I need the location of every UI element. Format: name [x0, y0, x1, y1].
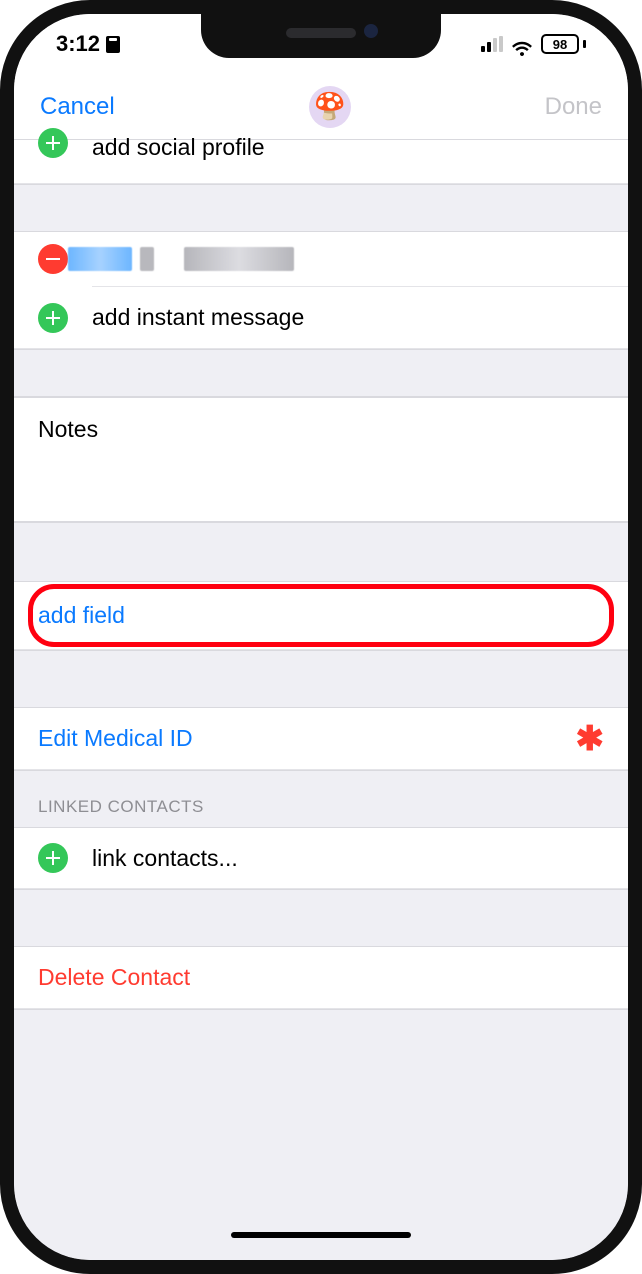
- add-field-label: add field: [38, 602, 604, 629]
- instant-message-entry-row[interactable]: [14, 232, 628, 286]
- section-gap: [14, 889, 628, 947]
- add-social-profile-row[interactable]: add social profile: [14, 140, 628, 184]
- plus-icon: [38, 128, 68, 158]
- section-gap: [14, 650, 628, 708]
- battery-icon: 98: [541, 34, 586, 54]
- cancel-button[interactable]: Cancel: [40, 93, 115, 121]
- im-service-redacted: [68, 247, 132, 271]
- plus-icon: [38, 843, 68, 873]
- link-contacts-label: link contacts...: [92, 845, 604, 872]
- status-time: 3:12: [56, 31, 100, 57]
- edit-medical-id-row[interactable]: Edit Medical ID ✱: [14, 708, 628, 770]
- section-gap: [14, 522, 628, 582]
- add-instant-message-row[interactable]: add instant message: [14, 287, 628, 349]
- done-button[interactable]: Done: [545, 93, 602, 121]
- link-contacts-row[interactable]: link contacts...: [14, 827, 628, 889]
- mute-switch: [0, 224, 2, 270]
- im-username-redacted: [184, 247, 294, 271]
- linked-contacts-header: LINKED CONTACTS: [14, 770, 628, 827]
- nav-bar: Cancel 🍄 Done: [14, 74, 628, 140]
- delete-contact-row[interactable]: Delete Contact: [14, 947, 628, 1009]
- delete-contact-label: Delete Contact: [38, 964, 604, 991]
- plus-icon: [38, 303, 68, 333]
- home-indicator[interactable]: [231, 1232, 411, 1238]
- notes-label: Notes: [38, 416, 98, 442]
- volume-down-button: [0, 402, 2, 482]
- screen: 3:12 98 Cancel 🍄 Done: [14, 14, 628, 1260]
- iphone-frame: 3:12 98 Cancel 🍄 Done: [0, 0, 642, 1274]
- add-social-profile-label: add social profile: [92, 134, 604, 161]
- section-gap: [14, 349, 628, 397]
- edit-medical-id-label: Edit Medical ID: [38, 725, 576, 752]
- device-notch: [201, 14, 441, 58]
- medical-asterisk-icon: ✱: [576, 722, 605, 756]
- add-instant-message-label: add instant message: [92, 304, 604, 331]
- section-gap: [14, 184, 628, 232]
- add-field-row[interactable]: add field: [14, 582, 628, 650]
- battery-level: 98: [541, 34, 579, 54]
- cell-signal-icon: [481, 36, 503, 52]
- minus-icon[interactable]: [38, 244, 68, 274]
- sim-icon: [106, 36, 120, 53]
- contact-avatar[interactable]: 🍄: [309, 86, 351, 128]
- wifi-icon: [511, 36, 533, 52]
- im-sep-redacted: [140, 247, 154, 271]
- notes-field[interactable]: Notes: [14, 397, 628, 522]
- avatar-image: 🍄: [313, 91, 345, 122]
- volume-up-button: [0, 304, 2, 384]
- bottom-spacer: [14, 1009, 628, 1089]
